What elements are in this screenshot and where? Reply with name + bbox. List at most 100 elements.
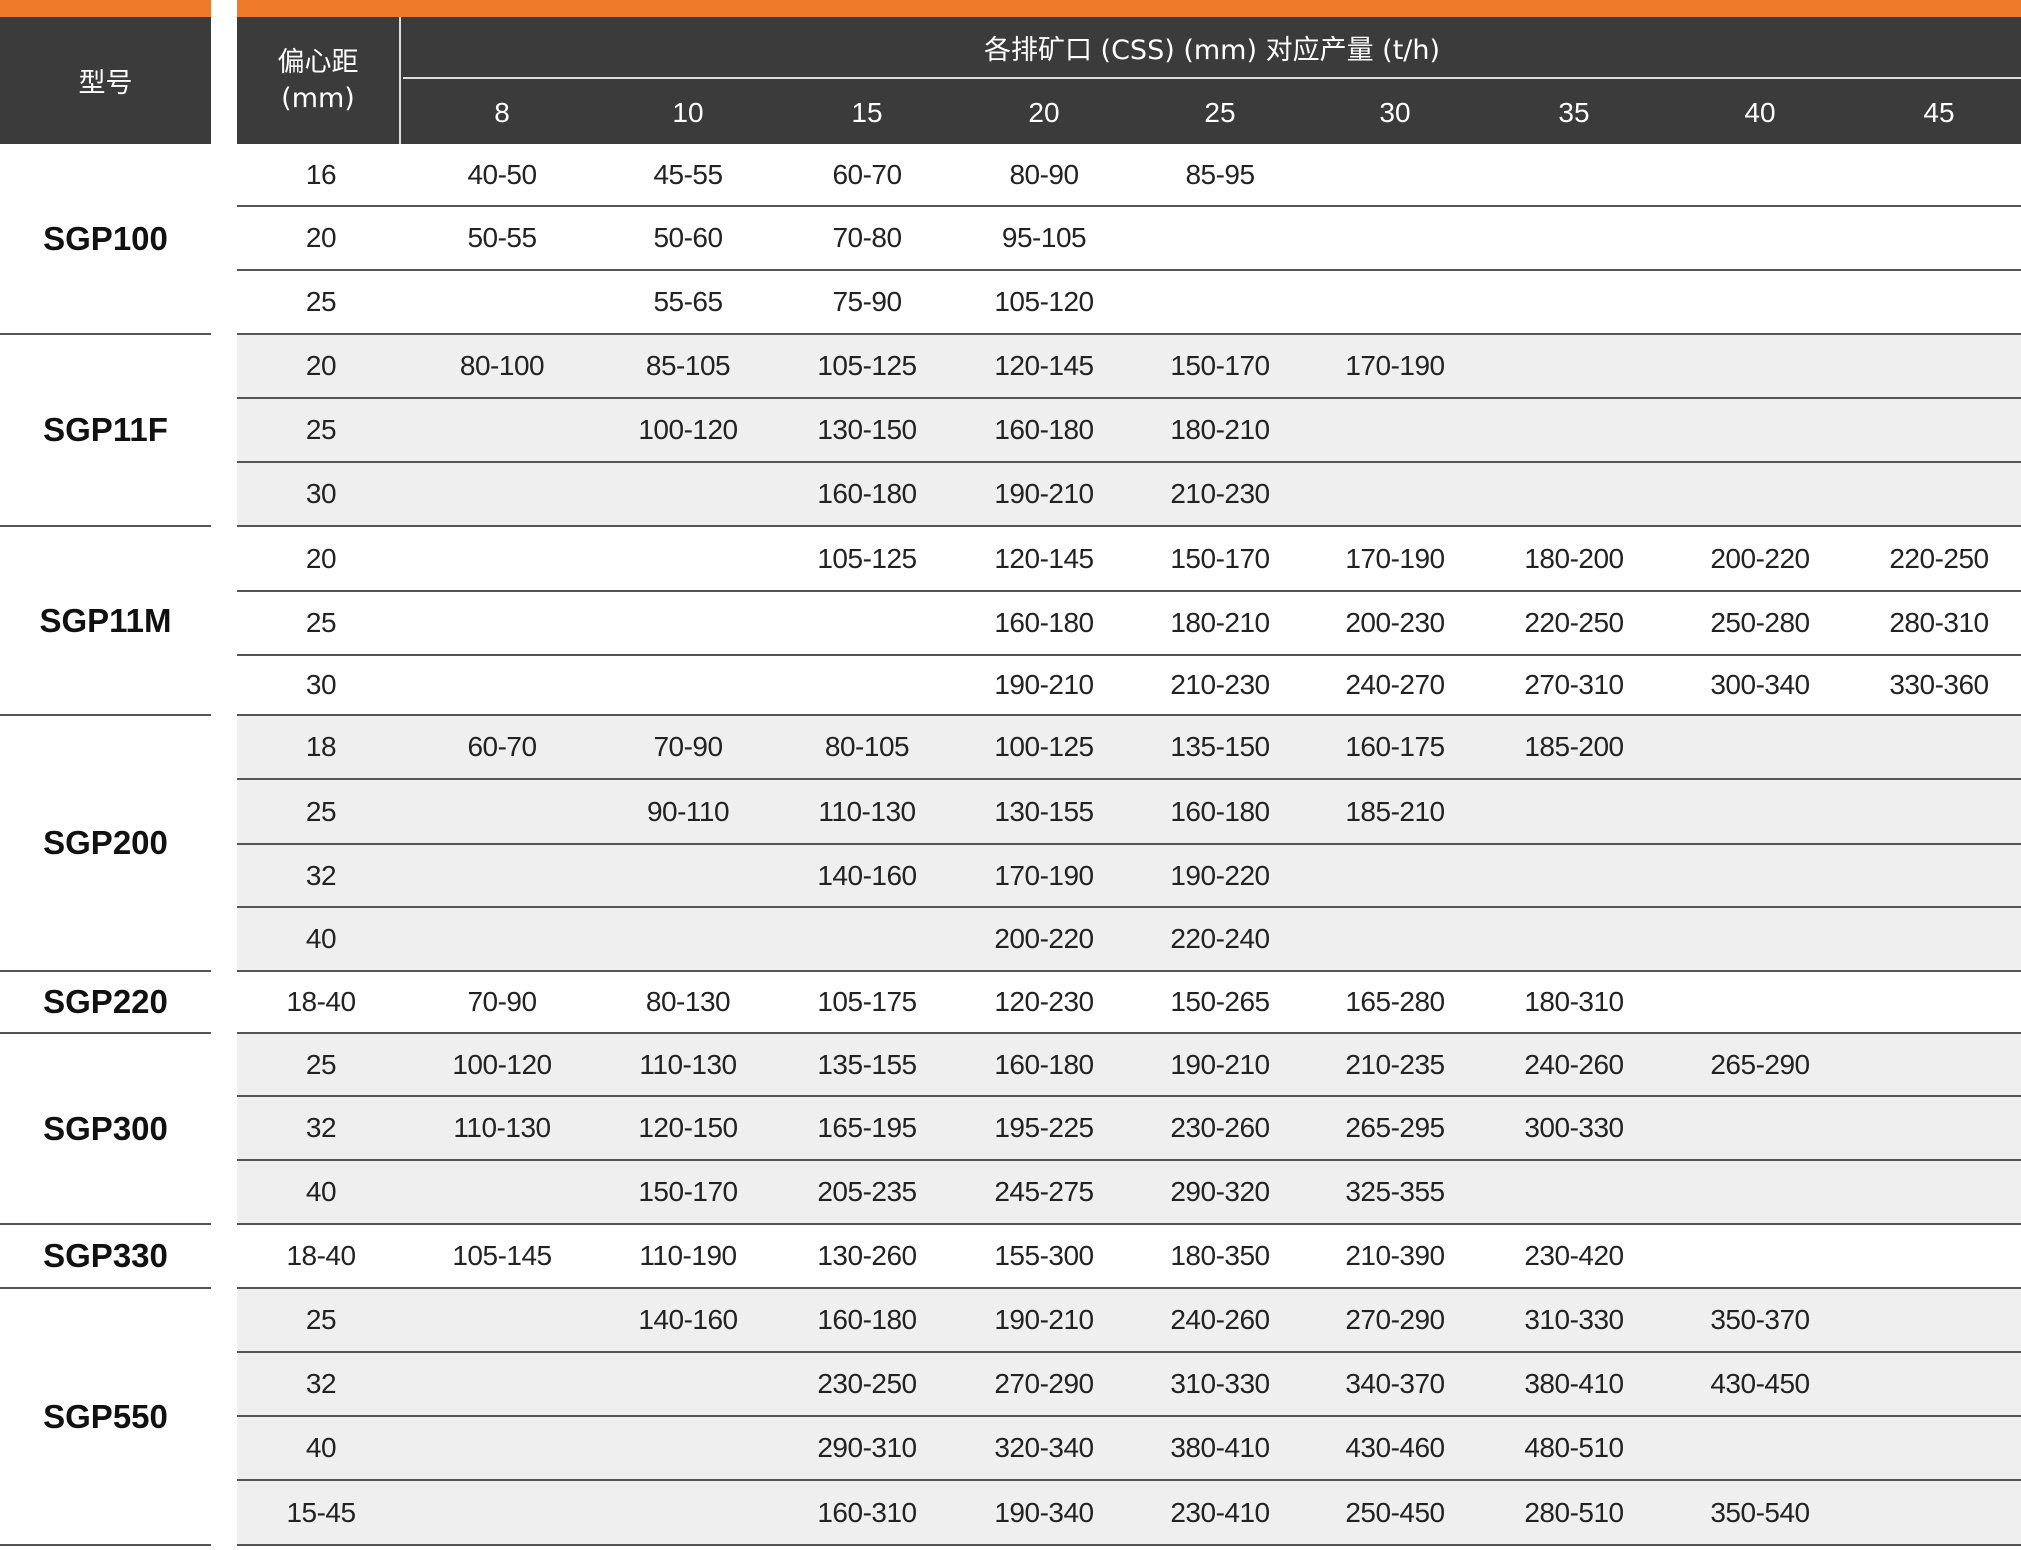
capacity-cell: [1310, 399, 1480, 461]
capacity-cell: 430-460: [1345, 1432, 1445, 1463]
table-row: 40 150-170 205-235 245-275 290-320 325-355: [237, 1161, 2021, 1225]
capacity-cell: 55-65: [653, 286, 723, 317]
capacity-cell: [603, 1353, 773, 1415]
capacity-cell: [1489, 271, 1659, 333]
capacity-cell: [603, 527, 773, 590]
capacity-cell: [1675, 908, 1845, 970]
capacity-cell: [1675, 1225, 1845, 1287]
capacity-cell: [1854, 1481, 2021, 1544]
capacity-cell: [1310, 908, 1480, 970]
capacity-cell: 165-280: [1345, 986, 1445, 1017]
table-header: 偏心距 (mm) 各排矿口 (CSS) (mm) 对应产量 (t/h) 8 10 1…: [237, 17, 2021, 144]
css-column-header: 8: [494, 96, 510, 128]
capacity-cell: 170-190: [994, 859, 1094, 891]
capacity-cell: 75-90: [832, 286, 902, 317]
capacity-cell: 180-310: [1524, 986, 1624, 1017]
capacity-cell: 120-145: [994, 542, 1094, 574]
capacity-cell: [1675, 1417, 1845, 1479]
table-row: 25 90-110 110-130 130-155 160-180 185-210: [237, 780, 2021, 845]
eccentricity-header-unit: (mm): [281, 82, 355, 114]
eccentricity-cell: 25: [305, 414, 337, 445]
capacity-cell: 190-210: [994, 478, 1094, 509]
capacity-cell: [417, 1481, 587, 1544]
model-header: 型号: [0, 17, 211, 144]
capacity-cell: 245-275: [994, 1176, 1094, 1207]
capacity-cell: 180-200: [1524, 542, 1624, 574]
table-row: 25 100-120 110-130 135-155 160-180 190-210 210…: [237, 1034, 2021, 1097]
capacity-cell: [417, 1289, 587, 1351]
capacity-cell: [417, 592, 587, 654]
capacity-cell: [1675, 335, 1845, 397]
eccentricity-cell: 18-40: [286, 986, 356, 1017]
capacity-cell: [1854, 144, 2021, 205]
spec-table: 型号 SGP100 SGP11F SGP11M SGP200 SGP220 SGP300 S…: [0, 0, 2021, 1550]
capacity-cell: [1675, 271, 1845, 333]
capacity-cell: 430-450: [1710, 1368, 1810, 1399]
capacity-cell: [417, 463, 587, 525]
capacity-cell: [1675, 972, 1845, 1032]
css-column-header: 15: [851, 96, 883, 128]
capacity-cell: [1489, 463, 1659, 525]
capacity-cell: 110-190: [639, 1240, 737, 1271]
capacity-cell: 350-370: [1710, 1304, 1810, 1335]
capacity-cell: [1854, 463, 2021, 525]
capacity-cell: 155-300: [994, 1240, 1094, 1271]
eccentricity-cell: 25: [305, 795, 337, 827]
capacity-cell: [603, 1417, 773, 1479]
capacity-cell: 150-170: [1170, 350, 1270, 381]
capacity-cell: 205-235: [817, 1176, 917, 1207]
capacity-cell: 310-330: [1170, 1368, 1270, 1399]
capacity-cell: 105-145: [452, 1240, 552, 1271]
capacity-cell: 80-90: [1009, 158, 1079, 190]
capacity-cell: [1489, 207, 1659, 269]
capacity-cell: 290-320: [1170, 1176, 1270, 1207]
model-cell: SGP11M: [0, 527, 211, 716]
capacity-cell: 105-125: [817, 350, 917, 381]
capacity-cell: 280-510: [1524, 1496, 1624, 1528]
table-row: 20 80-100 85-105 105-125 120-145 150-170 170-1…: [237, 335, 2021, 399]
eccentricity-cell: 32: [305, 859, 337, 891]
capacity-cell: 160-180: [1170, 795, 1270, 827]
css-column-header: 10: [672, 96, 704, 128]
model-cell: SGP330: [0, 1225, 211, 1289]
capacity-cell: [1675, 716, 1845, 778]
capacity-cell: 150-265: [1170, 986, 1270, 1017]
capacity-cell: 380-410: [1524, 1368, 1624, 1399]
capacity-cell: 160-180: [994, 1048, 1094, 1080]
eccentricity-cell: 18: [305, 731, 337, 762]
capacity-cell: 200-220: [1710, 542, 1810, 574]
capacity-cell: [1489, 335, 1659, 397]
capacity-cell: [603, 1481, 773, 1544]
capacity-cell: 160-180: [994, 607, 1094, 638]
capacity-cell: 270-290: [1345, 1304, 1445, 1335]
model-cell: SGP200: [0, 716, 211, 972]
capacity-cell: [417, 845, 587, 906]
capacity-cell: 160-180: [817, 478, 917, 509]
capacity-cell: [1675, 1161, 1845, 1223]
capacity-cell: [1489, 144, 1659, 205]
capacity-cell: 105-120: [994, 286, 1094, 317]
css-column-header: 35: [1558, 96, 1590, 128]
capacity-cell: 190-210: [1170, 1048, 1270, 1080]
capacity-cell: [1135, 207, 1305, 269]
model-cell: SGP100: [0, 144, 211, 335]
capacity-cell: 70-90: [467, 986, 537, 1017]
capacity-cell: 330-360: [1889, 669, 1989, 700]
capacity-cell: 100-120: [638, 414, 738, 445]
capacity-cell: 280-310: [1889, 607, 1989, 638]
capacity-cell: 300-330: [1524, 1112, 1624, 1143]
capacity-cell: [1854, 1417, 2021, 1479]
capacity-cell: 265-290: [1710, 1048, 1810, 1080]
capacity-cell: 340-370: [1345, 1368, 1445, 1399]
capacity-cell: [1854, 1034, 2021, 1095]
table-row: 25 160-180 180-210 200-230 220-250 250-280 280…: [237, 592, 2021, 656]
capacity-cell: [1675, 845, 1845, 906]
capacity-cell: 210-230: [1170, 478, 1270, 509]
capacity-cell: [603, 908, 773, 970]
capacity-cell: [782, 656, 952, 714]
capacity-cell: [1675, 780, 1845, 843]
capacity-cell: 200-220: [994, 923, 1094, 954]
eccentricity-header-label: 偏心距: [277, 46, 359, 78]
capacity-cell: 195-225: [994, 1112, 1094, 1143]
capacity-cell: 290-310: [817, 1432, 917, 1463]
